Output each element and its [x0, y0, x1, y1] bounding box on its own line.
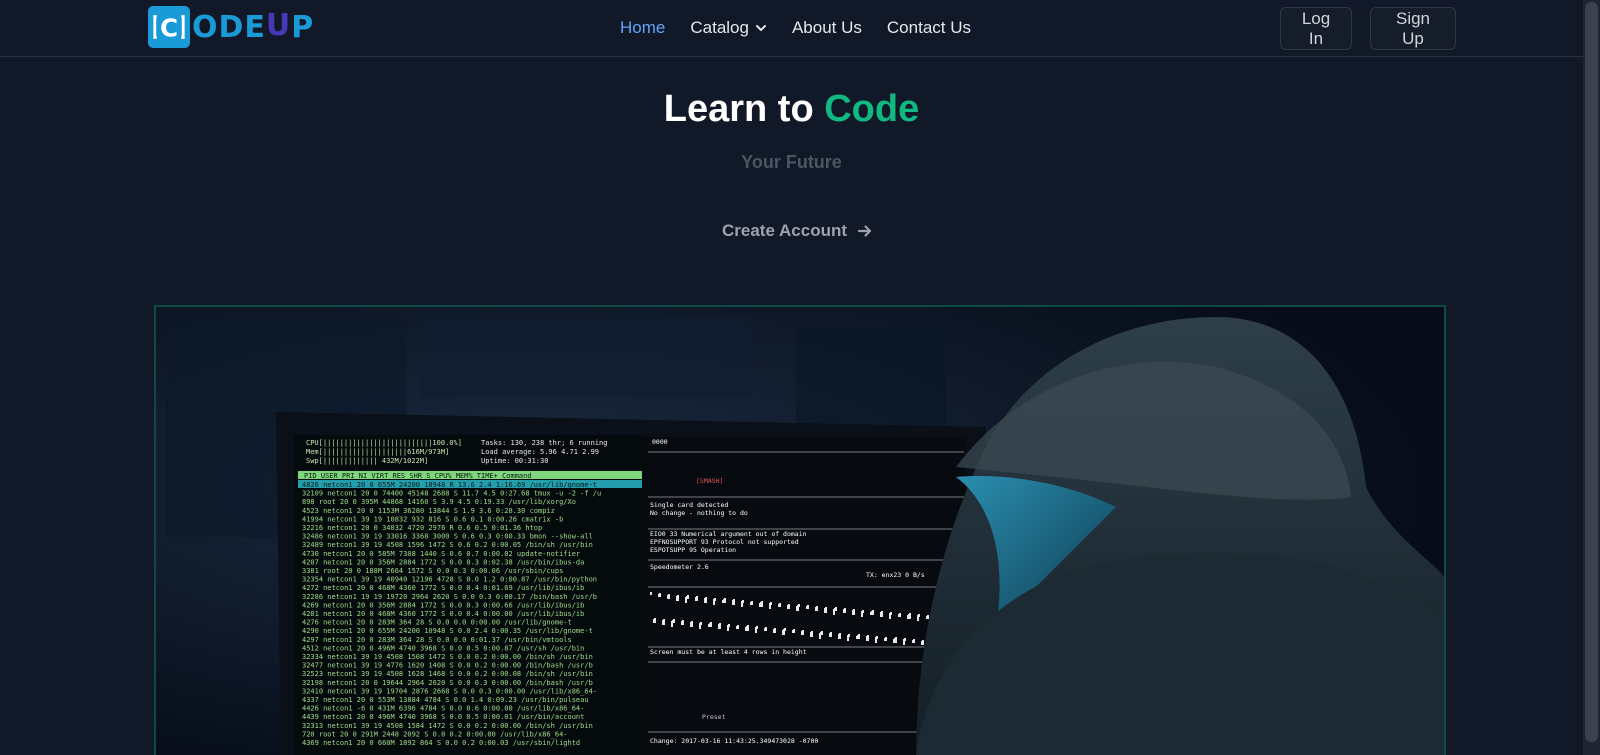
terminal-process-row: 32198 netcon1 20 0 19644 2964 2620 S 0.0… — [302, 679, 593, 687]
terminal-process-row: 4512 netcon1 20 0 496M 4740 3968 S 0.0 0… — [302, 644, 584, 652]
terminal-meter-line: CPU[||||||||||||||||||||||||||100.0%] — [306, 439, 462, 447]
terminal-right-line: Preset — [702, 713, 726, 721]
hero-subtitle: Your Future — [741, 152, 842, 172]
terminal-process-row: 4269 netcon1 20 0 356M 2884 1772 S 0.0 0… — [302, 601, 584, 609]
terminal-right-line: EPFNOSUPPORT 93 Protocol not supported — [650, 538, 799, 546]
terminal-process-row: 4337 netcon1 20 0 553M 13884 4784 S 0.0 … — [302, 696, 589, 704]
login-button[interactable]: Log In — [1280, 7, 1352, 50]
terminal-process-row: 4290 netcon1 20 0 655M 24200 10948 S 0.0… — [302, 627, 593, 635]
terminal-process-row: 32216 netcon1 20 0 34032 4720 2976 R 0.6… — [302, 524, 542, 532]
terminal-process-row: 4369 netcon1 20 0 660M 1892 864 S 0.0 0.… — [302, 739, 580, 747]
terminal-process-row: 4826 netcon1 20 0 655M 24200 10948 R 13.… — [302, 481, 597, 489]
logo-text-u: U — [265, 7, 292, 43]
terminal-right-line: Single card detected — [650, 501, 728, 509]
terminal-process-row: 32109 netcon1 20 0 74400 45148 2688 S 11… — [302, 490, 601, 498]
scrollbar[interactable] — [1583, 0, 1600, 755]
terminal-right-line: EIO0 33 Numerical argument out of domain — [650, 530, 807, 538]
nav-catalog-label: Catalog — [690, 18, 749, 37]
nav-home[interactable]: Home — [620, 18, 665, 38]
hero-title-part1: Learn to — [663, 88, 825, 130]
terminal-process-row: 4207 netcon1 20 0 356M 2884 1772 S 0.0 0… — [302, 558, 584, 566]
create-account-button[interactable]: Create Account — [722, 218, 873, 244]
terminal-stat-line: Load average: 5.96 4.71 2.99 — [481, 448, 599, 456]
terminal-process-row: 32489 netcon1 39 19 4508 1596 1472 S 0.6… — [302, 541, 593, 549]
logo-text: ODEUP — [192, 7, 315, 45]
terminal-process-row: 4426 netcon1 -6 0 431M 6396 4784 S 0.0 0… — [302, 705, 584, 713]
navbar: C ODEUP Home Catalog About Us Contact Us… — [0, 0, 1583, 57]
terminal-stat-line: Uptime: 00:31:30 — [481, 457, 548, 465]
terminal-process-row: 32477 netcon1 39 19 4776 1620 1408 S 0.0… — [302, 662, 593, 670]
terminal-process-row: 898 root 20 0 395M 44868 14160 S 3.9 4.5… — [302, 498, 576, 506]
terminal-process-row: 32486 netcon1 39 19 33016 3368 3000 S 0.… — [302, 533, 593, 541]
scrollbar-thumb[interactable] — [1585, 2, 1598, 742]
terminal-process-row: 32313 netcon1 39 19 4508 1584 1472 S 0.0… — [302, 722, 593, 730]
nav-about-label: About Us — [791, 18, 862, 37]
terminal-process-row: 4297 netcon1 20 0 283M 364 28 S 0.0 0.0 … — [302, 636, 572, 644]
terminal-right-line: No change - nothing to do — [650, 509, 748, 517]
terminal-process-row: 32286 netcon1 19 19 19720 2964 2620 S 0.… — [302, 593, 597, 601]
nav-contact-us[interactable]: Contact Us — [887, 18, 971, 38]
terminal-stat-line: Tasks: 130, 238 thr; 6 running — [481, 439, 607, 447]
hacker-terminal-illustration: CPU[||||||||||||||||||||||||||100.0%]Mem… — [156, 307, 1444, 755]
terminal-meter-line: Mem[||||||||||||||||||||616M/973M] — [306, 448, 449, 456]
terminal-right-line: Change: 2017-03-16 11:43:25.349473028 -0… — [650, 737, 818, 745]
terminal-process-row: 4281 netcon1 20 0 468M 4360 1772 S 0.0 0… — [302, 610, 584, 618]
terminal-process-row: 32410 netcon1 39 19 19704 2876 2668 S 0.… — [302, 687, 597, 695]
logo-text-end: P — [291, 9, 315, 45]
terminal-right-line: TX: enx23 0 B/s — [866, 571, 925, 579]
logo-icon: C — [148, 6, 190, 48]
chevron-down-icon — [755, 25, 766, 31]
terminal-right-line: ESPOTSUPP 95 Operation — [650, 546, 736, 554]
nav-catalog[interactable]: Catalog — [690, 18, 767, 38]
hero-image: CPU[||||||||||||||||||||||||||100.0%] Mem… — [154, 305, 1446, 755]
hero-title-accent: Code — [824, 88, 920, 130]
nav-contact-label: Contact Us — [886, 18, 971, 37]
terminal-process-row: 41994 netcon1 39 19 10832 932 816 S 0.6 … — [302, 515, 563, 523]
logo[interactable]: C ODEUP — [148, 5, 314, 49]
arrow-right-icon — [857, 225, 872, 237]
hero-title: Learn to Code — [0, 88, 1583, 131]
terminal-process-row: 32334 netcon1 39 19 4508 1508 1472 S 0.0… — [302, 653, 593, 661]
main-nav: Home Catalog About Us Contact Us — [620, 18, 971, 38]
logo-text-start: ODE — [192, 9, 266, 45]
terminal-process-row: 4276 netcon1 20 0 283M 364 28 S 0.0 0.0 … — [302, 619, 572, 627]
terminal-right-line: [SMASH] — [696, 477, 723, 485]
terminal-process-row: 4730 netcon1 20 0 585M 7308 1440 S 0.6 0… — [302, 550, 580, 558]
terminal-right-line: 0000 — [652, 438, 668, 446]
terminal-column-header: PID USER PRI NI VIRT RES SHR S CPU% MEM%… — [304, 472, 532, 480]
terminal-process-row: 4523 netcon1 20 0 1153M 36280 13844 S 1.… — [302, 507, 555, 515]
terminal-process-row: 4272 netcon1 20 0 468M 4360 1772 S 0.0 0… — [302, 584, 584, 592]
terminal-process-row: 720 root 20 0 291M 2448 2092 S 0.0 0.2 0… — [302, 730, 568, 738]
terminal-right-line: Screen must be at least 4 rows in height — [650, 648, 807, 656]
terminal-process-row: 32354 netcon1 39 19 40940 12196 4728 S 0… — [302, 576, 597, 584]
terminal-right-line: Speedometer 2.6 — [650, 563, 709, 571]
logo-mark-icon: C — [151, 9, 187, 45]
terminal-process-row: 32523 netcon1 39 19 4508 1628 1468 S 0.0… — [302, 670, 593, 678]
terminal-process-row: 4439 netcon1 20 0 496M 4740 3968 S 0.0 0… — [302, 713, 584, 721]
nav-home-label: Home — [620, 18, 666, 37]
terminal-meter-line: Swp[||||||||||||| 432M/1022M] — [306, 457, 428, 465]
terminal-process-row: 3381 root 20 0 188M 2664 1572 S 0.0 0.3 … — [302, 567, 563, 575]
create-account-label: Create Account — [722, 221, 848, 240]
signup-button[interactable]: Sign Up — [1370, 7, 1456, 50]
logo-icon-letter: C — [160, 13, 178, 42]
nav-about-us[interactable]: About Us — [792, 18, 862, 38]
